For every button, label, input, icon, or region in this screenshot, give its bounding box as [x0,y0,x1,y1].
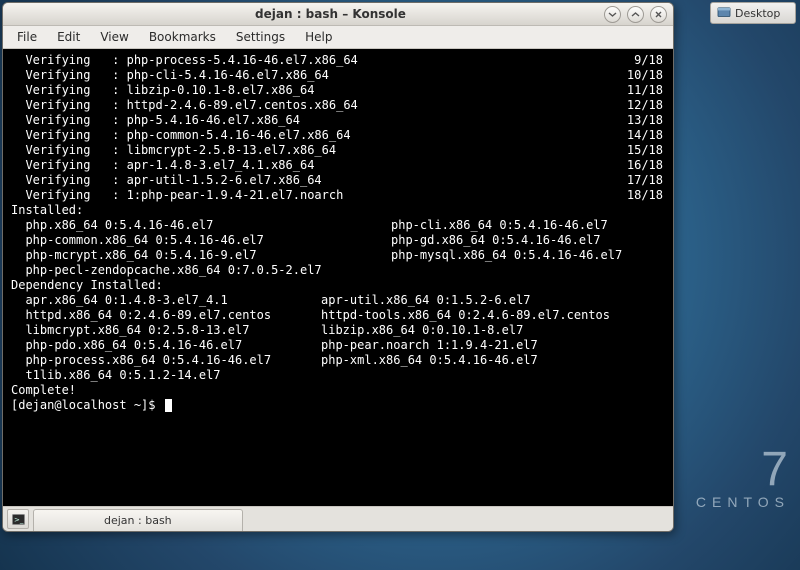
verify-line: Verifying : 1:php-pear-1.9.4-21.el7.noar… [11,188,665,203]
tab-bar: >_ dejan : bash [3,506,673,531]
installed-row: php-pecl-zendopcache.x86_64 0:7.0.5-2.el… [11,263,665,278]
window-title: dejan : bash – Konsole [57,7,604,21]
menu-bookmarks[interactable]: Bookmarks [139,30,226,44]
close-button[interactable] [650,6,667,23]
verify-line: Verifying : php-cli-5.4.16-46.el7.x86_64… [11,68,665,83]
menu-settings[interactable]: Settings [226,30,295,44]
centos-version: 7 [696,446,790,494]
chevron-down-icon [608,10,617,19]
minimize-button[interactable] [604,6,621,23]
dependency-row: httpd.x86_64 0:2.4.6-89.el7.centoshttpd-… [11,308,665,323]
wallpaper-branding: 7 CENTOS [696,446,790,510]
dependency-row: apr.x86_64 0:1.4.8-3.el7_4.1apr-util.x86… [11,293,665,308]
menu-view[interactable]: View [90,30,138,44]
menubar: File Edit View Bookmarks Settings Help [3,26,673,49]
verify-line: Verifying : php-common-5.4.16-46.el7.x86… [11,128,665,143]
menu-edit[interactable]: Edit [47,30,90,44]
svg-text:>_: >_ [14,516,24,524]
verify-line: Verifying : apr-util-1.5.2-6.el7.x86_641… [11,173,665,188]
titlebar[interactable]: dejan : bash – Konsole [3,3,673,26]
new-tab-button[interactable]: >_ [7,509,29,529]
verify-line: Verifying : php-process-5.4.16-46.el7.x8… [11,53,665,68]
installed-row: php-mcrypt.x86_64 0:5.4.16-9.el7php-mysq… [11,248,665,263]
installed-row: php.x86_64 0:5.4.16-46.el7php-cli.x86_64… [11,218,665,233]
verify-line: Verifying : libzip-0.10.1-8.el7.x86_6411… [11,83,665,98]
taskbar [0,542,800,570]
dependency-row: php-pdo.x86_64 0:5.4.16-46.el7php-pear.n… [11,338,665,353]
dependency-row: libmcrypt.x86_64 0:2.5.8-13.el7libzip.x8… [11,323,665,338]
tab-active[interactable]: dejan : bash [33,509,243,531]
complete-line: Complete! [11,383,665,398]
verify-line: Verifying : libmcrypt-2.5.8-13.el7.x86_6… [11,143,665,158]
desktop-icon [717,7,731,19]
terminal-output[interactable]: Verifying : php-process-5.4.16-46.el7.x8… [3,49,673,506]
konsole-window: dejan : bash – Konsole File Edit View Bo… [2,2,674,532]
verify-line: Verifying : httpd-2.4.6-89.el7.centos.x8… [11,98,665,113]
close-icon [654,10,663,19]
tab-label: dejan : bash [104,514,172,527]
terminal-icon: >_ [12,514,25,525]
menu-help[interactable]: Help [295,30,342,44]
verify-line: Verifying : php-5.4.16-46.el7.x86_6413/1… [11,113,665,128]
chevron-up-icon [631,10,640,19]
dependency-row: php-process.x86_64 0:5.4.16-46.el7php-xm… [11,353,665,368]
installed-row: php-common.x86_64 0:5.4.16-46.el7php-gd.… [11,233,665,248]
shell-prompt[interactable]: [dejan@localhost ~]$ [11,398,665,413]
desktop-button[interactable]: Desktop [710,2,796,24]
installed-header: Installed: [11,203,665,218]
cursor [165,399,172,412]
verify-line: Verifying : apr-1.4.8-3.el7_4.1.x86_6416… [11,158,665,173]
centos-label: CENTOS [696,494,790,510]
desktop-button-label: Desktop [735,7,780,20]
menu-file[interactable]: File [7,30,47,44]
dependency-row: t1lib.x86_64 0:5.1.2-14.el7 [11,368,665,383]
dependency-installed-header: Dependency Installed: [11,278,665,293]
maximize-button[interactable] [627,6,644,23]
